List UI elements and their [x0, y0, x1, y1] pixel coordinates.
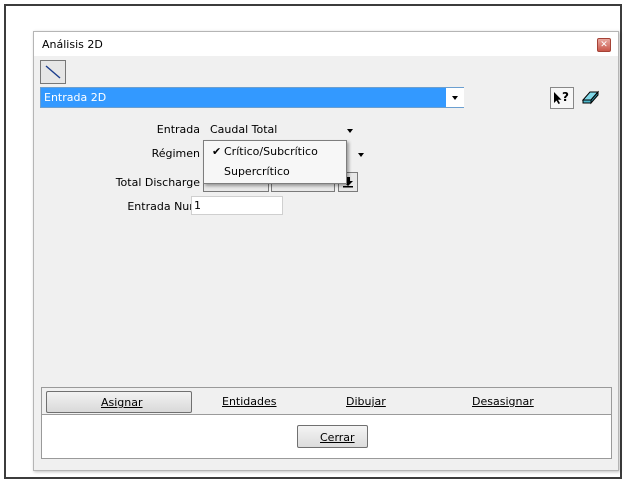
regimen-option-supercritico[interactable]: Supercrítico [204, 162, 346, 182]
dibujar-button[interactable]: Dibujar [332, 391, 472, 413]
regimen-label: Régimen [151, 147, 200, 160]
option-label: Supercrítico [224, 165, 290, 178]
check-icon: ✔ [212, 145, 222, 158]
mode-select-value: Entrada 2D [44, 91, 107, 104]
entrada-chevron-down-icon[interactable] [347, 129, 353, 133]
chevron-down-icon [452, 96, 458, 100]
entidades-button[interactable]: Entidades [192, 391, 332, 413]
analysis-dialog: Análisis 2D ✕ Entrada 2D ? Entrada Cauda… [33, 31, 619, 471]
option-label: Crítico/Subcrítico [224, 145, 318, 158]
close-window-button[interactable]: ✕ [597, 38, 611, 52]
draw-line-tool-button[interactable] [40, 60, 66, 84]
dibujar-label: Dibujar [346, 395, 386, 408]
regimen-option-critico[interactable]: ✔ Crítico/Subcrítico [204, 142, 346, 162]
close-icon: ✕ [600, 40, 608, 50]
entrada-select-value[interactable]: Caudal Total [210, 123, 277, 136]
entrada-num-label: Entrada Num [127, 200, 200, 213]
help-button[interactable]: ? [550, 87, 574, 109]
action-bar: Asignar Entidades Dibujar Desasignar [41, 387, 612, 415]
eraser-icon[interactable] [581, 89, 601, 107]
title-bar: Análisis 2D ✕ [34, 32, 618, 56]
entrada-label: Entrada [156, 123, 200, 136]
asignar-label: Asignar [101, 396, 143, 409]
entrada-num-input[interactable]: 1 [191, 196, 283, 215]
window-title: Análisis 2D [42, 38, 103, 51]
mode-select[interactable]: Entrada 2D [40, 87, 464, 108]
mode-select-dropdown-button[interactable] [446, 88, 464, 107]
total-discharge-label: Total Discharge [115, 176, 200, 189]
diagonal-line-icon [45, 65, 61, 79]
regimen-chevron-down-icon[interactable] [358, 153, 364, 157]
desasignar-label: Desasignar [472, 395, 534, 408]
footer-area: Cerrar [41, 415, 612, 459]
desasignar-button[interactable]: Desasignar [472, 391, 612, 413]
screenshot-frame: Análisis 2D ✕ Entrada 2D ? Entrada Cauda… [4, 4, 622, 479]
cerrar-button[interactable]: Cerrar [297, 425, 368, 448]
cerrar-label: Cerrar [320, 431, 355, 444]
entidades-label: Entidades [222, 395, 277, 408]
asignar-button[interactable]: Asignar [46, 391, 192, 413]
regimen-dropdown-menu: ✔ Crítico/Subcrítico Supercrítico [203, 140, 347, 184]
